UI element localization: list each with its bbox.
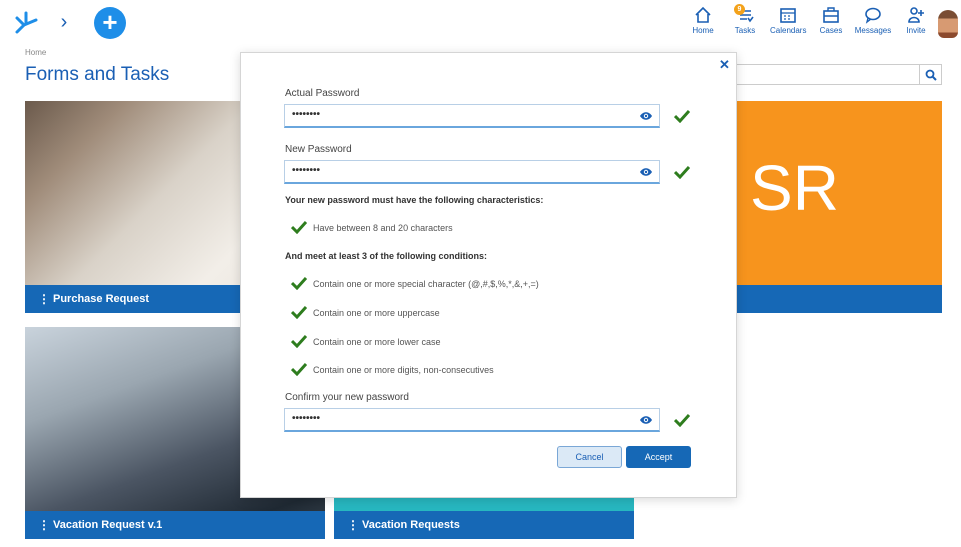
characteristics-heading: Your new password must have the followin…: [285, 195, 544, 205]
search-input[interactable]: [735, 64, 919, 85]
nav-home-label: Home: [692, 26, 714, 35]
check-icon: [291, 363, 307, 376]
check-icon: [291, 221, 307, 234]
tasks-badge: 9: [734, 4, 745, 15]
new-password-label: New Password: [285, 144, 352, 155]
cancel-button[interactable]: Cancel: [557, 446, 622, 468]
card-menu-icon[interactable]: ⋮: [347, 511, 359, 539]
nav-messages[interactable]: Messages: [854, 6, 892, 42]
valid-check-icon: [674, 165, 690, 179]
page-title: Forms and Tasks: [25, 64, 170, 85]
search-icon: [925, 69, 937, 81]
rule-text: Contain one or more special character (@…: [313, 279, 539, 289]
card-label: Vacation Request v.1: [53, 519, 163, 531]
card-label: Purchase Request: [53, 293, 149, 305]
valid-check-icon: [674, 109, 690, 123]
chat-icon: [865, 7, 881, 24]
rule-text: Contain one or more lower case: [313, 337, 441, 347]
top-bar: › + Home 9 Tasks Calendars Cases Message…: [0, 0, 961, 46]
actual-password-field[interactable]: ••••••••: [284, 104, 660, 128]
nav-tasks[interactable]: 9 Tasks: [732, 4, 758, 42]
home-icon: [695, 6, 711, 23]
confirm-password-field[interactable]: ••••••••: [284, 408, 660, 432]
check-icon: [291, 306, 307, 319]
confirm-password-label: Confirm your new password: [285, 392, 409, 403]
nav-messages-label: Messages: [854, 26, 892, 35]
check-icon: [291, 335, 307, 348]
card-menu-icon[interactable]: ⋮: [38, 511, 50, 539]
eye-icon[interactable]: [639, 166, 653, 178]
chevron-right-icon[interactable]: ›: [56, 10, 72, 34]
nav-calendars-label: Calendars: [770, 26, 807, 35]
accept-button[interactable]: Accept: [626, 446, 691, 468]
app-logo-icon[interactable]: [14, 10, 40, 36]
actual-password-value: ••••••••: [292, 109, 321, 120]
nav-calendars[interactable]: Calendars: [770, 6, 806, 42]
card-initials: SR: [750, 152, 839, 224]
nav-cases-label: Cases: [819, 26, 843, 35]
actual-password-label: Actual Password: [285, 88, 360, 99]
avatar[interactable]: [938, 10, 958, 38]
nav-invite[interactable]: Invite: [903, 6, 929, 42]
invite-user-icon: [908, 7, 924, 23]
valid-check-icon: [674, 413, 690, 427]
close-icon[interactable]: ✕: [719, 57, 730, 73]
card-label: Vacation Requests: [362, 519, 460, 531]
conditions-heading: And meet at least 3 of the following con…: [285, 251, 488, 261]
new-password-value: ••••••••: [292, 165, 321, 176]
briefcase-icon: [823, 7, 839, 23]
rule-text: Have between 8 and 20 characters: [313, 223, 453, 233]
eye-icon[interactable]: [639, 414, 653, 426]
nav-invite-label: Invite: [906, 26, 926, 35]
change-password-dialog: ✕ Actual Password •••••••• New Password …: [240, 52, 737, 498]
card-vacation-requests[interactable]: ⋮ Vacation Requests: [334, 493, 634, 539]
calendar-icon: [780, 8, 796, 23]
new-password-field[interactable]: ••••••••: [284, 160, 660, 184]
rule-text: Contain one or more uppercase: [313, 308, 440, 318]
nav-tasks-label: Tasks: [734, 26, 756, 35]
card-menu-icon[interactable]: ⋮: [38, 285, 50, 313]
rule-text: Contain one or more digits, non-consecut…: [313, 365, 494, 375]
nav-home[interactable]: Home: [690, 6, 716, 42]
eye-icon[interactable]: [639, 110, 653, 122]
add-button[interactable]: +: [94, 7, 126, 39]
check-icon: [291, 277, 307, 290]
breadcrumb[interactable]: Home: [25, 48, 46, 57]
search-button[interactable]: [919, 64, 942, 85]
nav-cases[interactable]: Cases: [818, 6, 844, 42]
confirm-password-value: ••••••••: [292, 413, 321, 424]
